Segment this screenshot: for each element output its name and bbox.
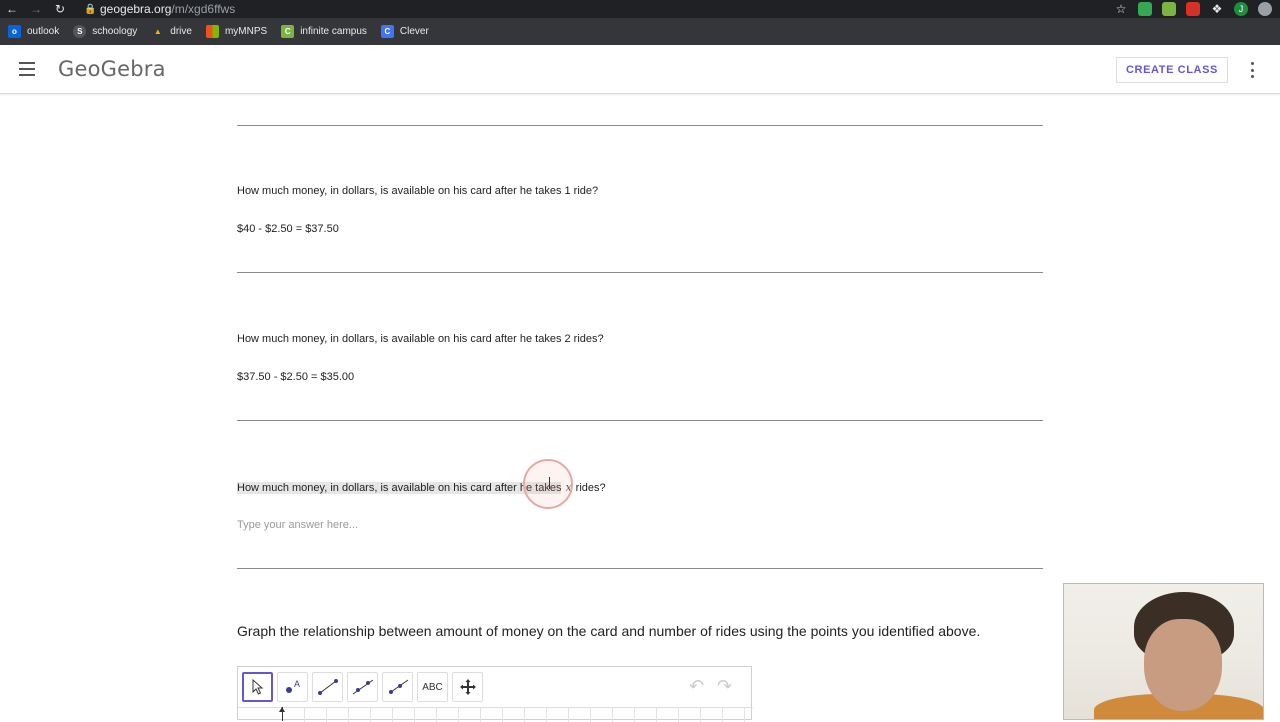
mymnps-icon [205, 25, 219, 38]
question-2-text: How much money, in dollars, is available… [237, 333, 604, 345]
bookmark-clever[interactable]: C Clever [380, 25, 429, 38]
text-tool-label: ABC [422, 681, 443, 693]
divider [237, 125, 1043, 126]
clever-icon: C [380, 25, 394, 38]
divider [237, 568, 1043, 569]
segment-tool-icon[interactable] [312, 672, 343, 702]
drive-icon: ▲ [153, 27, 162, 36]
bookmark-schoology[interactable]: S schoology [73, 25, 137, 38]
graph-instruction: Graph the relationship between amount of… [237, 623, 981, 639]
webcam-overlay [1063, 583, 1264, 720]
question-2-answer[interactable]: $37.50 - $2.50 = $35.00 [237, 371, 354, 383]
bookmark-label: Clever [399, 26, 429, 37]
move-graphics-tool-icon[interactable] [452, 672, 483, 702]
bookmark-label: schoology [92, 26, 138, 37]
undo-icon[interactable]: ↶ [689, 677, 709, 695]
extension-lime-icon[interactable] [1162, 2, 1176, 16]
bookmark-outlook[interactable]: o outlook [8, 25, 59, 38]
infinite-campus-icon: C [281, 25, 295, 38]
create-class-button[interactable]: CREATE CLASS [1116, 57, 1228, 83]
menu-icon[interactable] [19, 62, 35, 76]
bookmark-label: outlook [27, 26, 60, 37]
bookmark-label: infinite campus [300, 26, 367, 37]
question-1-text: How much money, in dollars, is available… [237, 185, 599, 197]
bookmark-label: drive [170, 26, 192, 37]
geogebra-header: GeoGebra CREATE CLASS [0, 45, 1280, 94]
bookmark-infinite-campus[interactable]: C infinite campus [281, 25, 367, 38]
move-tool-icon[interactable] [242, 672, 273, 702]
question-1-answer[interactable]: $40 - $2.50 = $37.50 [237, 223, 339, 235]
divider [237, 420, 1043, 421]
svg-text:A: A [294, 679, 300, 689]
point-tool-icon[interactable]: A [277, 672, 308, 702]
url-host: geogebra.org [100, 2, 172, 16]
account-circle-icon[interactable] [1258, 2, 1272, 16]
question-3-answer-input[interactable]: Type your answer here... [237, 519, 358, 531]
extension-green-icon[interactable] [1138, 2, 1152, 16]
extensions-area: ☆ ❖ J [1114, 0, 1272, 18]
profile-avatar-icon[interactable]: J [1234, 2, 1248, 16]
y-axis [279, 707, 285, 721]
puzzle-extensions-icon[interactable]: ❖ [1210, 2, 1224, 16]
presenter-face [1144, 619, 1222, 711]
text-cursor-icon [548, 477, 552, 489]
question-3-text-before: How much money, in dollars, is available… [237, 482, 562, 494]
question-3-text-after: rides? [575, 482, 606, 494]
back-arrow-icon[interactable]: ← [0, 0, 24, 18]
bookmarks-bar: o outlook S schoology ▲ drive myMNPS C i… [0, 18, 1280, 45]
bookmark-label: myMNPS [224, 26, 268, 37]
browser-toolbar: ← → ↻ 🔒 geogebra.org/m/xgd6ffws ☆ ❖ J [0, 0, 1280, 18]
reload-icon[interactable]: ↻ [48, 0, 72, 18]
redo-icon[interactable]: ↷ [717, 677, 737, 695]
outlook-icon: o [8, 25, 21, 38]
geogebra-logo[interactable]: GeoGebra [58, 57, 166, 81]
star-bookmark-icon[interactable]: ☆ [1114, 2, 1128, 16]
text-tool-icon[interactable]: ABC [417, 672, 448, 702]
bookmark-mymnps[interactable]: myMNPS [205, 25, 268, 38]
more-options-icon[interactable] [1248, 62, 1256, 78]
bookmark-drive[interactable]: ▲ drive [151, 25, 192, 38]
forward-arrow-icon[interactable]: → [24, 0, 48, 18]
undo-redo-group: ↶ ↷ [689, 677, 737, 695]
line-tool-icon[interactable] [347, 672, 378, 702]
divider [237, 272, 1043, 273]
extension-red-icon[interactable] [1186, 2, 1200, 16]
schoology-icon: S [73, 25, 87, 38]
graphics-view[interactable] [238, 707, 753, 722]
address-bar[interactable]: 🔒 geogebra.org/m/xgd6ffws [84, 0, 1124, 18]
ray-tool-icon[interactable] [382, 672, 413, 702]
applet-toolbar: A ABC [242, 672, 483, 702]
geogebra-applet[interactable]: A ABC ↶ ↷ [237, 666, 753, 722]
url-path: /m/xgd6ffws [171, 2, 236, 16]
lock-icon: 🔒 [84, 3, 97, 15]
